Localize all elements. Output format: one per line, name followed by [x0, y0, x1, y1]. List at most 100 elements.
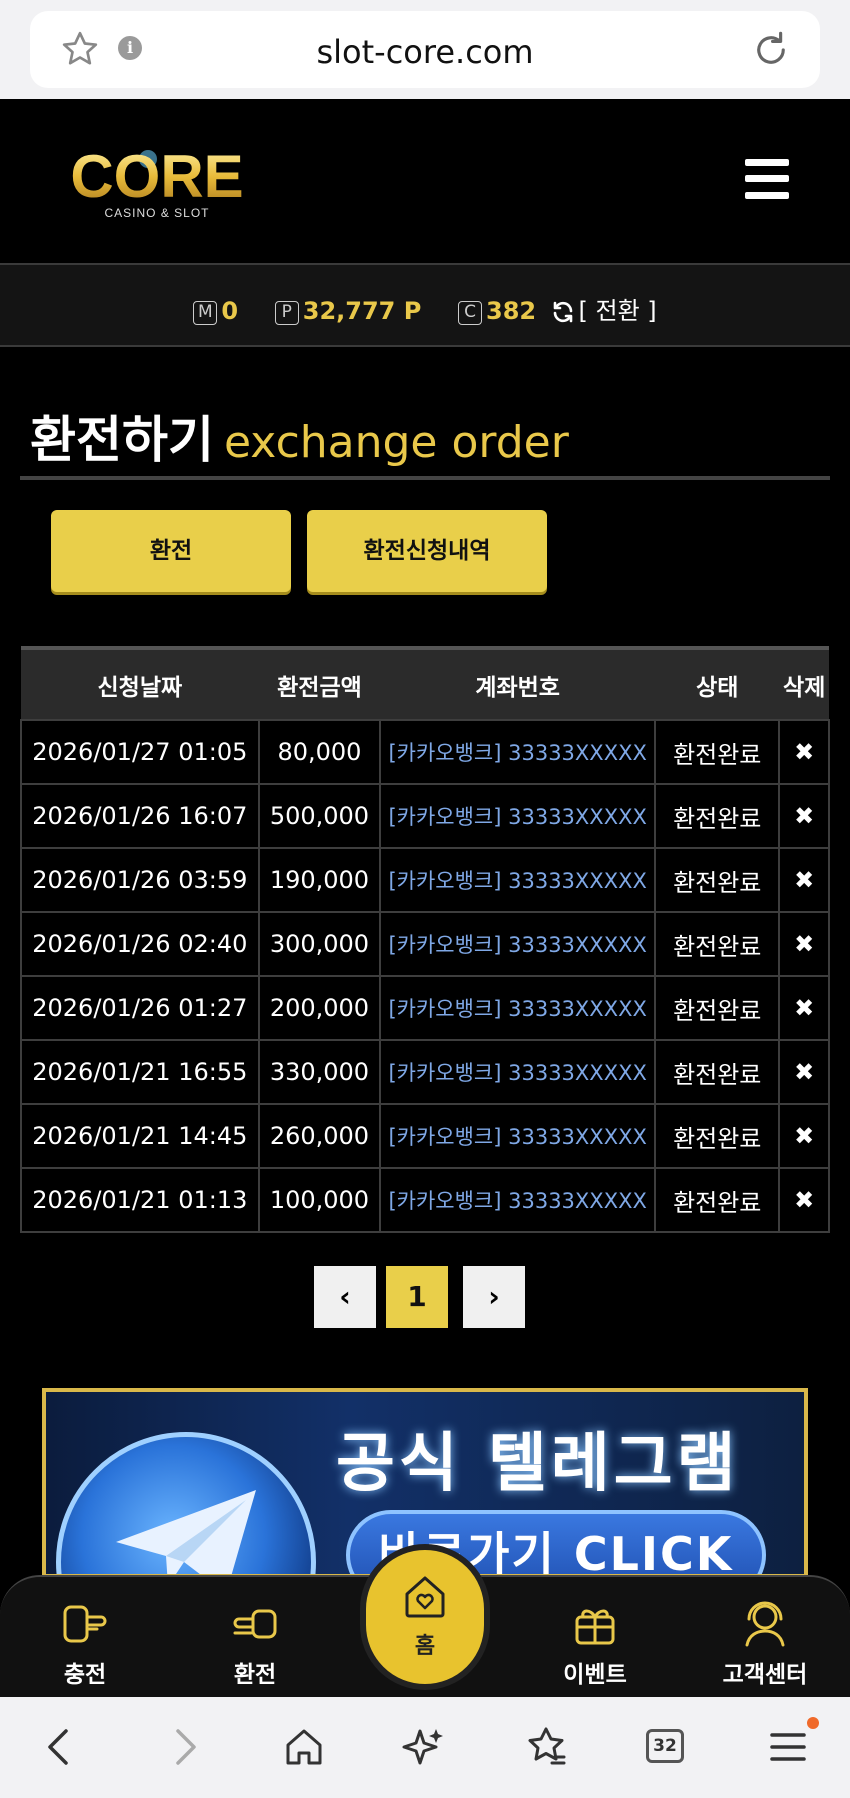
row-amount: 260,000: [257, 1103, 382, 1169]
nav-home-button[interactable]: 홈: [360, 1544, 490, 1690]
row-status: 환전완료: [654, 975, 781, 1041]
row-amount: 100,000: [257, 1167, 382, 1233]
table-row: 2026/01/26 03:59 190,000 [카카오뱅크] 33333XX…: [20, 847, 830, 913]
exchange-history-table: 신청날짜 환전금액 계좌번호 상태 삭제 2026/01/27 01:05 80…: [20, 646, 830, 1233]
next-page-button[interactable]: ›: [463, 1266, 525, 1328]
page-title: 환전하기 exchange order: [30, 400, 569, 472]
header-amount: 환전금액: [258, 646, 381, 720]
convert-button[interactable]: [ 전환 ]: [579, 297, 657, 325]
table-row: 2026/01/26 02:40 300,000 [카카오뱅크] 33333XX…: [20, 911, 830, 977]
bookmarks-icon[interactable]: [522, 1723, 570, 1771]
page-title-en: exchange order: [224, 417, 569, 468]
url-text[interactable]: slot-core.com: [30, 33, 820, 71]
coin-balance: 382: [486, 297, 537, 325]
row-status: 환전완료: [654, 1039, 781, 1105]
address-field[interactable]: i slot-core.com: [30, 11, 820, 88]
nav-deposit-label: 충전: [63, 1662, 107, 1688]
row-amount: 500,000: [257, 783, 382, 849]
row-date: 2026/01/26 16:07: [20, 783, 260, 849]
browser-menu-icon[interactable]: [764, 1723, 812, 1771]
nav-withdraw-label: 환전: [233, 1662, 277, 1688]
row-status: 환전완료: [654, 911, 781, 977]
row-account: [카카오뱅크] 33333XXXXX: [379, 847, 657, 913]
withdraw-icon: [233, 1609, 277, 1639]
row-amount: 190,000: [257, 847, 382, 913]
notification-dot: [807, 1717, 819, 1729]
row-account: [카카오뱅크] 33333XXXXX: [379, 719, 657, 785]
site-header: CORE CASINO & SLOT: [0, 99, 850, 263]
delete-icon[interactable]: ✖: [778, 1039, 830, 1105]
browser-toolbar: 32: [0, 1697, 850, 1798]
money-label-icon: M: [193, 301, 218, 325]
row-account: [카카오뱅크] 33333XXXXX: [379, 1167, 657, 1233]
gift-icon: [575, 1609, 615, 1645]
header-status: 상태: [655, 646, 780, 720]
header-date: 신청날짜: [21, 646, 259, 720]
delete-icon[interactable]: ✖: [778, 719, 830, 785]
refresh-icon[interactable]: [551, 300, 575, 324]
table-row: 2026/01/21 01:13 100,000 [카카오뱅크] 33333XX…: [20, 1167, 830, 1233]
reload-icon[interactable]: [750, 29, 792, 71]
tabs-count-icon[interactable]: 32: [646, 1729, 684, 1763]
logo-text: CORE: [70, 143, 243, 210]
table-row: 2026/01/21 14:45 260,000 [카카오뱅크] 33333XX…: [20, 1103, 830, 1169]
exchange-history-tab-button[interactable]: 환전신청내역: [307, 510, 547, 592]
row-amount: 330,000: [257, 1039, 382, 1105]
row-date: 2026/01/27 01:05: [20, 719, 260, 785]
point-balance: 32,777 P: [302, 297, 422, 325]
sparkle-icon[interactable]: [400, 1723, 448, 1771]
delete-icon[interactable]: ✖: [778, 1103, 830, 1169]
table-row: 2026/01/21 16:55 330,000 [카카오뱅크] 33333XX…: [20, 1039, 830, 1105]
header-delete: 삭제: [779, 646, 829, 720]
delete-icon[interactable]: ✖: [778, 911, 830, 977]
core-logo[interactable]: CORE CASINO & SLOT: [60, 139, 255, 225]
row-account: [카카오뱅크] 33333XXXXX: [379, 1103, 657, 1169]
deposit-icon: [63, 1605, 107, 1643]
row-date: 2026/01/26 02:40: [20, 911, 260, 977]
prev-page-button[interactable]: ‹: [314, 1266, 376, 1328]
logo-subtext: CASINO & SLOT: [104, 206, 209, 220]
delete-icon[interactable]: ✖: [778, 847, 830, 913]
row-status: 환전완료: [654, 847, 781, 913]
header-account: 계좌번호: [380, 646, 656, 720]
browser-home-icon[interactable]: [280, 1723, 328, 1771]
point-label-icon: P: [274, 301, 299, 325]
table-row: 2026/01/27 01:05 80,000 [카카오뱅크] 33333XXX…: [20, 719, 830, 785]
page-title-ko: 환전하기: [30, 411, 214, 469]
delete-icon[interactable]: ✖: [778, 1167, 830, 1233]
back-icon[interactable]: [36, 1723, 84, 1771]
row-account: [카카오뱅크] 33333XXXXX: [379, 911, 657, 977]
row-status: 환전완료: [654, 719, 781, 785]
table-row: 2026/01/26 16:07 500,000 [카카오뱅크] 33333XX…: [20, 783, 830, 849]
forward-icon[interactable]: [160, 1723, 208, 1771]
browser-url-bar: i slot-core.com: [0, 0, 850, 99]
delete-icon[interactable]: ✖: [778, 783, 830, 849]
hamburger-menu-icon[interactable]: [745, 159, 789, 199]
row-date: 2026/01/26 01:27: [20, 975, 260, 1041]
row-status: 환전완료: [654, 783, 781, 849]
home-heart-icon: [405, 1576, 445, 1618]
row-account: [카카오뱅크] 33333XXXXX: [379, 975, 657, 1041]
row-status: 환전완료: [654, 1103, 781, 1169]
row-status: 환전완료: [654, 1167, 781, 1233]
row-date: 2026/01/21 01:13: [20, 1167, 260, 1233]
nav-deposit[interactable]: 충전: [25, 1597, 145, 1689]
nav-event-label: 이벤트: [563, 1662, 627, 1688]
current-page-button[interactable]: 1: [386, 1266, 448, 1328]
title-divider: [20, 476, 830, 480]
nav-support[interactable]: 고객센터: [705, 1597, 825, 1689]
row-date: 2026/01/21 14:45: [20, 1103, 260, 1169]
row-account: [카카오뱅크] 33333XXXXX: [379, 1039, 657, 1105]
table-header-row: 신청날짜 환전금액 계좌번호 상태 삭제: [21, 646, 829, 720]
exchange-tab-button[interactable]: 환전: [51, 510, 291, 592]
nav-support-label: 고객센터: [722, 1662, 808, 1688]
nav-home-label: 홈: [414, 1634, 436, 1659]
support-icon: [745, 1601, 785, 1647]
nav-event[interactable]: 이벤트: [535, 1597, 655, 1689]
row-date: 2026/01/21 16:55: [20, 1039, 260, 1105]
nav-withdraw[interactable]: 환전: [195, 1597, 315, 1689]
telegram-plane-icon: [116, 1490, 256, 1574]
delete-icon[interactable]: ✖: [778, 975, 830, 1041]
row-date: 2026/01/26 03:59: [20, 847, 260, 913]
banner-title: 공식 텔레그램: [336, 1427, 740, 1501]
